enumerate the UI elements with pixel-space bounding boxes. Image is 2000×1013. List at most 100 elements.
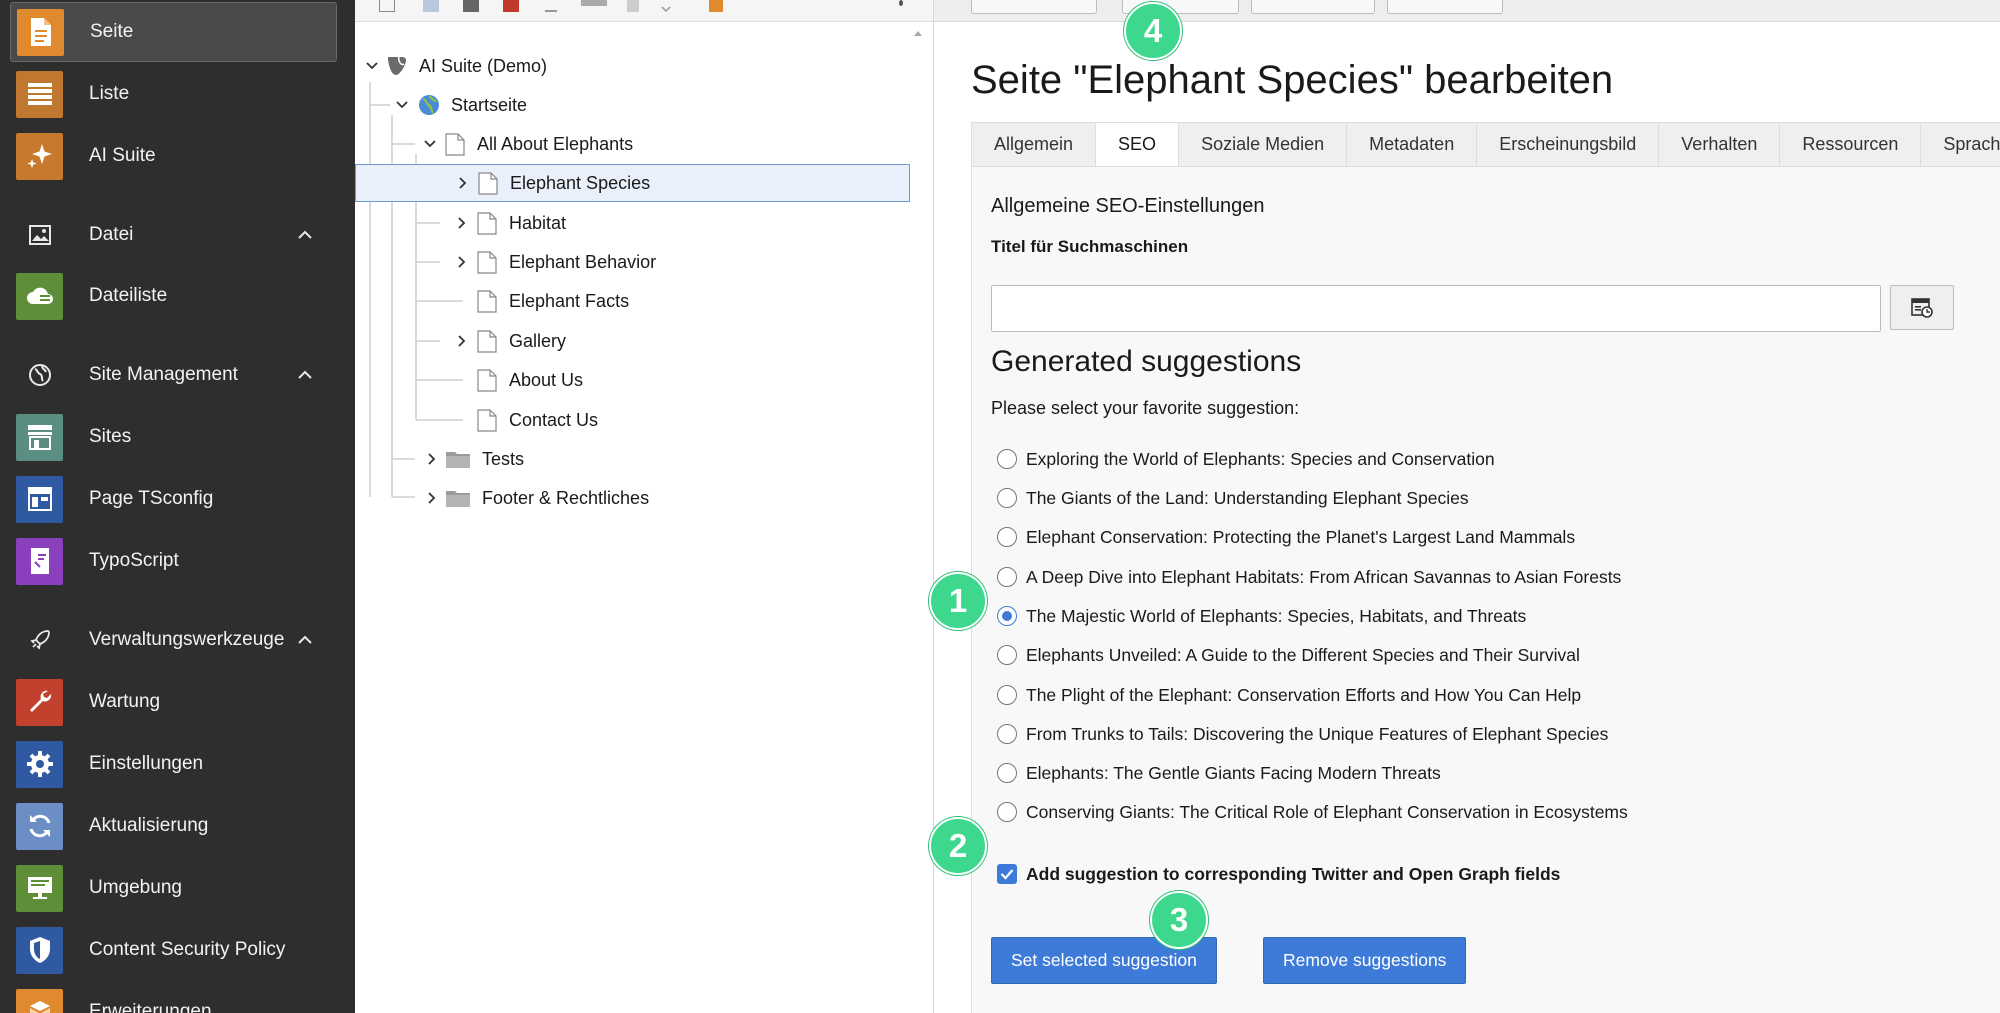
- module-umgebung[interactable]: Umgebung: [10, 858, 337, 918]
- group-verwaltungswerkzeuge[interactable]: Verwaltungswerkzeuge: [10, 612, 337, 668]
- module-wartung[interactable]: Wartung: [10, 672, 337, 732]
- chevron-right-icon[interactable]: [423, 489, 441, 507]
- social-fields-checkbox-row[interactable]: Add suggestion to corresponding Twitter …: [997, 859, 1560, 889]
- tree-item-elephant-facts[interactable]: Elephant Facts: [477, 282, 629, 320]
- edit-form-area: Seite "Elephant Species" bearbeiten Allg…: [934, 0, 2000, 1013]
- chevron-down-icon[interactable]: [393, 96, 411, 114]
- tree-item-about-us[interactable]: About Us: [477, 361, 583, 399]
- tree-label: Habitat: [509, 212, 567, 233]
- radio-button[interactable]: [997, 763, 1017, 783]
- radio-button[interactable]: [997, 724, 1017, 744]
- generate-suggestions-button[interactable]: [1890, 285, 1954, 330]
- tab-erscheinungsbild[interactable]: Erscheinungsbild: [1476, 122, 1659, 167]
- chevron-down-icon[interactable]: [421, 135, 439, 153]
- page-icon: [477, 329, 497, 353]
- suggestion-option[interactable]: The Giants of the Land: Understanding El…: [997, 483, 1469, 513]
- shield-icon: [16, 926, 63, 974]
- tab-metadaten[interactable]: Metadaten: [1346, 122, 1477, 167]
- checkbox-checked[interactable]: [997, 864, 1017, 884]
- module-ai-suite[interactable]: AI Suite: [10, 126, 337, 186]
- module-dateiliste[interactable]: Dateiliste: [10, 266, 337, 326]
- tab-ressourcen[interactable]: Ressourcen: [1779, 122, 1921, 167]
- module-seite[interactable]: Seite: [10, 2, 337, 62]
- suggestion-text: Elephants: The Gentle Giants Facing Mode…: [1026, 762, 1441, 783]
- group-datei[interactable]: Datei: [10, 207, 337, 263]
- tab-soziale-medien[interactable]: Soziale Medien: [1178, 122, 1347, 167]
- tab-seo[interactable]: SEO: [1095, 122, 1179, 167]
- page-tree-panel: AI Suite (Demo) Startseite All About Ele…: [355, 0, 934, 1013]
- module-erweiterungen[interactable]: Erweiterungen: [10, 982, 337, 1013]
- close-button[interactable]: [971, 0, 1097, 14]
- callout-badge: 2: [929, 817, 987, 875]
- group-label: Site Management: [89, 364, 238, 385]
- module-liste[interactable]: Liste: [10, 64, 337, 124]
- suggestion-option[interactable]: From Trunks to Tails: Discovering the Un…: [997, 719, 1608, 749]
- chevron-right-icon[interactable]: [453, 214, 471, 232]
- globe-icon: [16, 352, 63, 399]
- module-label: Einstellungen: [89, 753, 204, 774]
- section-title: Allgemeine SEO-Einstellungen: [991, 195, 1265, 217]
- radio-button[interactable]: [997, 567, 1017, 587]
- radio-button-checked[interactable]: [997, 606, 1017, 626]
- chevron-up-icon: [298, 635, 312, 644]
- radio-button[interactable]: [997, 645, 1017, 665]
- suggestion-option[interactable]: Exploring the World of Elephants: Specie…: [997, 444, 1495, 474]
- tree-item-elephant-behavior[interactable]: Elephant Behavior: [453, 243, 656, 281]
- chevron-right-icon[interactable]: [453, 253, 471, 271]
- module-aktualisierung[interactable]: Aktualisierung: [10, 796, 337, 856]
- chevron-right-icon[interactable]: [453, 332, 471, 350]
- chevron-down-icon[interactable]: [363, 57, 381, 75]
- tree-item-habitat[interactable]: Habitat: [453, 204, 566, 242]
- seo-title-input[interactable]: [991, 285, 1881, 332]
- tree-item-contact-us[interactable]: Contact Us: [477, 401, 598, 439]
- tree-item-tests[interactable]: Tests: [423, 440, 524, 478]
- module-sites[interactable]: Sites: [10, 407, 337, 467]
- radio-button[interactable]: [997, 488, 1017, 508]
- suggestion-option-selected[interactable]: The Majestic World of Elephants: Species…: [997, 601, 1526, 631]
- page-icon: [477, 289, 497, 313]
- storefront-icon: [16, 413, 63, 461]
- tree-item-footer-rechtliches[interactable]: Footer & Rechtliches: [423, 479, 649, 517]
- radio-button[interactable]: [997, 527, 1017, 547]
- form-tabs: Allgemein SEO Soziale Medien Metadaten E…: [971, 122, 2000, 167]
- history-button[interactable]: [1387, 0, 1503, 14]
- suggestion-option[interactable]: Conserving Giants: The Critical Role of …: [997, 797, 1628, 827]
- page-icon: [17, 8, 64, 56]
- box-icon: [16, 988, 63, 1013]
- suggestion-text: A Deep Dive into Elephant Habitats: From…: [1026, 566, 1622, 587]
- radio-button[interactable]: [997, 685, 1017, 705]
- page-icon: [477, 250, 497, 274]
- suggestion-option[interactable]: A Deep Dive into Elephant Habitats: From…: [997, 562, 1621, 592]
- tree-root[interactable]: AI Suite (Demo): [363, 47, 547, 85]
- sparkle-icon: [16, 132, 63, 180]
- tree-item-all-about-elephants[interactable]: All About Elephants: [421, 125, 633, 163]
- suggestion-option[interactable]: The Plight of the Elephant: Conservation…: [997, 680, 1581, 710]
- tree-item-startseite[interactable]: Startseite: [393, 86, 527, 124]
- tree-label: Elephant Behavior: [509, 251, 657, 272]
- module-typoscript[interactable]: TypoScript: [10, 531, 337, 591]
- group-site-management[interactable]: Site Management: [10, 347, 337, 403]
- suggestion-text: Exploring the World of Elephants: Specie…: [1026, 448, 1495, 469]
- tree-item-gallery[interactable]: Gallery: [453, 322, 566, 360]
- list-icon: [16, 70, 63, 118]
- module-einstellungen[interactable]: Einstellungen: [10, 734, 337, 794]
- tree-item-elephant-species[interactable]: Elephant Species: [355, 164, 910, 202]
- suggestion-option[interactable]: Elephants Unveiled: A Guide to the Diffe…: [997, 640, 1580, 670]
- page-icon: [478, 171, 498, 195]
- tab-verhalten[interactable]: Verhalten: [1658, 122, 1780, 167]
- chevron-right-icon[interactable]: [454, 174, 472, 192]
- docheader-toolbar: [934, 0, 2000, 22]
- radio-button[interactable]: [997, 802, 1017, 822]
- tab-allgemein[interactable]: Allgemein: [971, 122, 1096, 167]
- remove-suggestions-button[interactable]: Remove suggestions: [1263, 937, 1467, 984]
- module-content-security-policy[interactable]: Content Security Policy: [10, 920, 337, 980]
- radio-button[interactable]: [997, 449, 1017, 469]
- suggestion-option[interactable]: Elephant Conservation: Protecting the Pl…: [997, 522, 1575, 552]
- suggestion-option[interactable]: Elephants: The Gentle Giants Facing Mode…: [997, 758, 1441, 788]
- view-button[interactable]: [1251, 0, 1375, 14]
- page-icon: [477, 408, 497, 432]
- tree-label: Elephant Facts: [509, 290, 630, 311]
- module-page-tsconfig[interactable]: Page TSconfig: [10, 469, 337, 529]
- tab-sprache[interactable]: Sprache: [1920, 122, 2000, 167]
- chevron-right-icon[interactable]: [423, 450, 441, 468]
